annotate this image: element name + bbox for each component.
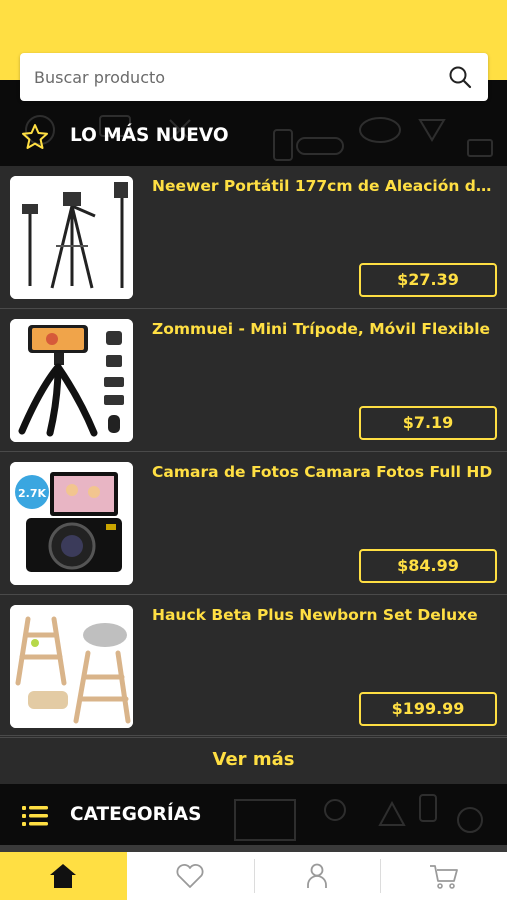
section-title-newest: LO MÁS NUEVO [70,125,229,146]
nav-divider [0,845,507,852]
product-item[interactable]: Zommuei - Mini Trípode, Móvil Flexible $… [0,309,507,452]
search-icon[interactable] [448,65,472,89]
cart-icon[interactable] [428,862,460,890]
product-title[interactable]: Camara de Fotos Camara Fotos Full HD [152,462,494,482]
search-bar[interactable] [20,53,488,101]
user-icon[interactable] [305,862,329,890]
nav-account[interactable] [254,852,381,900]
section-header-categories[interactable]: CATEGORÍAS [0,787,507,843]
star-icon [22,124,48,149]
product-item[interactable]: Neewer Portátil 177cm de Aleación de Alu… [0,166,507,309]
product-title[interactable]: Hauck Beta Plus Newborn Set Deluxe [152,605,494,625]
section-title-categories: CATEGORÍAS [70,804,202,825]
price-button[interactable]: $199.99 [359,692,497,726]
nav-home[interactable] [0,852,127,900]
see-more-button[interactable]: Ver más [0,735,507,783]
product-image-camera[interactable]: 2.7K [10,462,133,585]
product-image-mini-tripod[interactable] [10,319,133,442]
product-title[interactable]: Neewer Portátil 177cm de Aleación de Alu… [152,176,494,196]
product-list: Neewer Portátil 177cm de Aleación de Alu… [0,166,507,784]
camera-resolution-badge: 2.7K [18,487,46,500]
list-icon [22,806,48,826]
heart-icon[interactable] [175,863,205,889]
product-item[interactable]: Hauck Beta Plus Newborn Set Deluxe $199.… [0,595,507,738]
section-header-newest: LO MÁS NUEVO [0,108,507,164]
bottom-navigation [0,852,507,900]
product-item[interactable]: 2.7K Camara de Fotos Camara Fotos Full H… [0,452,507,595]
nav-favorites[interactable] [127,852,254,900]
product-image-tripod[interactable] [10,176,133,299]
price-button[interactable]: $27.39 [359,263,497,297]
nav-cart[interactable] [380,852,507,900]
product-image-high-chair[interactable] [10,605,133,728]
price-button[interactable]: $84.99 [359,549,497,583]
product-title[interactable]: Zommuei - Mini Trípode, Móvil Flexible [152,319,494,339]
search-input[interactable] [34,53,434,101]
home-icon[interactable] [49,863,77,889]
price-button[interactable]: $7.19 [359,406,497,440]
